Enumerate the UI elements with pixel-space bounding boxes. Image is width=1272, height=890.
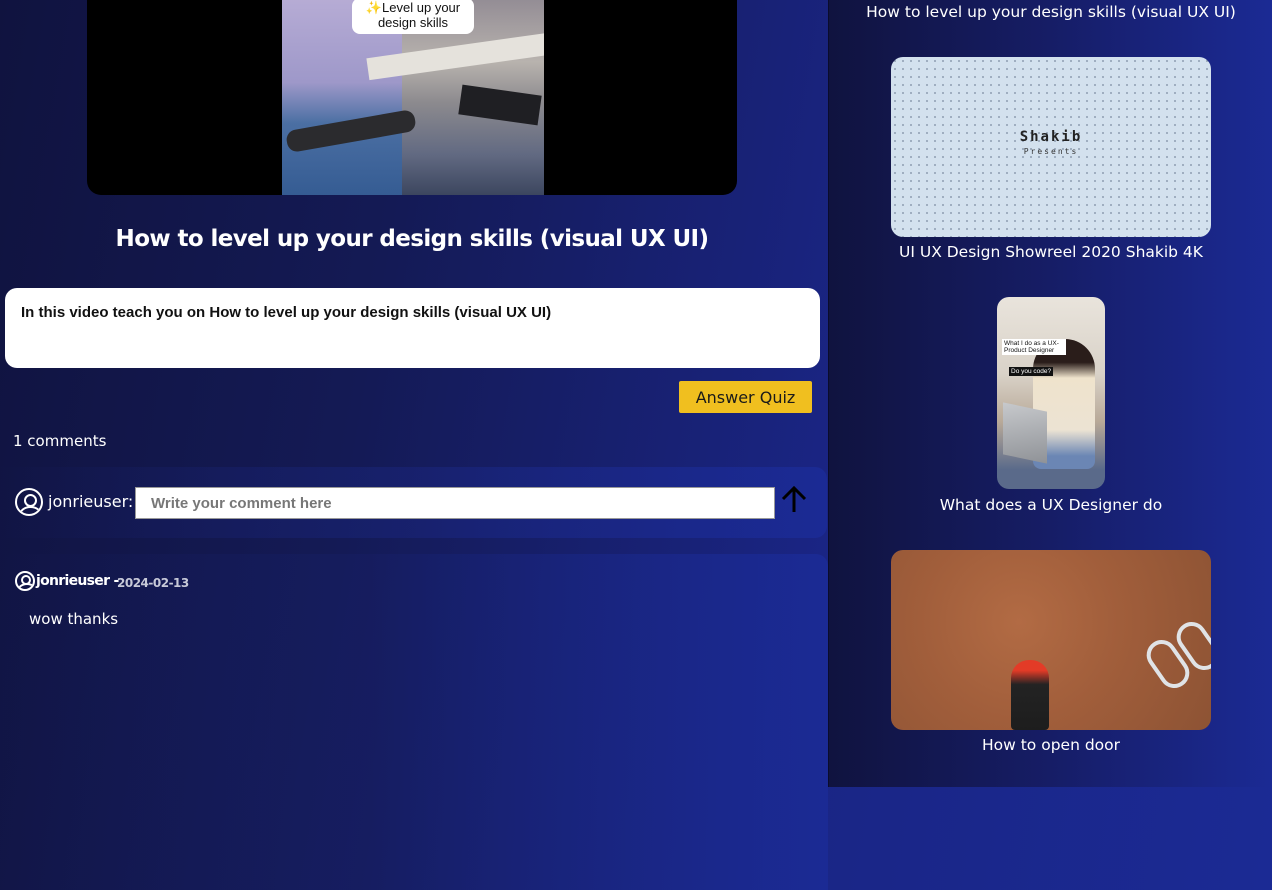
video-title-showreel[interactable]: UI UX Design Showreel 2020 Shakib 4K [829,243,1272,261]
laptop-icon [1003,402,1047,464]
thumbnail-label: What I do as a UX-Product Designer [1002,339,1066,355]
thumbnail-foot [1011,660,1049,730]
user-circle-icon [15,488,43,516]
comment-form: jonrieuser: [0,467,827,538]
comment-input[interactable] [135,487,775,519]
comment-form-username: jonrieuser: [48,492,134,511]
related-videos-sidebar: How to level up your design skills (visu… [828,0,1272,787]
answer-quiz-button[interactable]: Answer Quiz [679,381,812,413]
comments-list: jonrieuser - 2024-02-13 wow thanks [0,554,828,890]
comment-count: 1 comments [13,432,107,450]
video-overlay-caption: ✨Level up your design skills [352,0,474,34]
video-frame-image: ✨Level up your design skills [282,0,544,195]
video-thumbnail-open-door[interactable] [891,550,1211,730]
video-thumbnail-showreel[interactable]: Shakib Presents [891,57,1211,237]
comment-date: 2024-02-13 [117,576,189,590]
video-title-ux-designer[interactable]: What does a UX Designer do [829,496,1272,514]
thumbnail-sub-text: Presents [1023,147,1079,156]
video-thumbnail-ux-designer[interactable]: What I do as a UX-Product Designer Do yo… [997,297,1105,489]
thumbnail-brand-text: Shakib [1019,129,1083,145]
current-video-title[interactable]: How to level up your design skills (visu… [829,3,1272,21]
video-title-open-door[interactable]: How to open door [829,736,1272,754]
thumbnail-label: Do you code? [1009,367,1054,376]
video-description: In this video teach you on How to level … [5,288,820,368]
video-player[interactable]: ✨Level up your design skills [87,0,737,195]
comment-author: jonrieuser - [36,573,119,589]
arrow-up-icon[interactable] [780,485,808,515]
video-desk-panel [458,84,542,126]
video-title: How to level up your design skills (visu… [115,226,709,252]
user-circle-icon [15,571,35,591]
comment-text: wow thanks [29,610,119,628]
